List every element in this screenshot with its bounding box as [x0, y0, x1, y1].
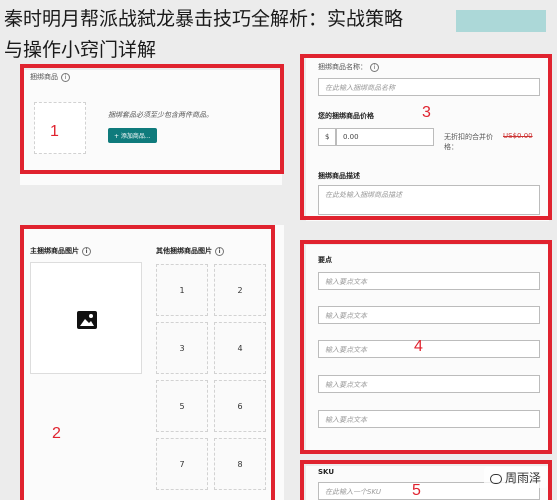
headline: 秦时明月帮派战弑龙暴击技巧全解析：实战策略 与操作小窍门详解 [4, 4, 557, 66]
highlight-box-2 [20, 225, 275, 500]
highlight-box-3 [300, 54, 552, 220]
section-number-5: 5 [412, 482, 421, 499]
headline-line2: 与操作小窍门详解 [4, 39, 157, 61]
section-number-1: 1 [50, 123, 59, 140]
section-number-2: 2 [52, 425, 61, 442]
watermark-text: 周雨泽 [504, 471, 541, 485]
wechat-icon [489, 473, 502, 484]
section-number-3: 3 [422, 104, 431, 121]
highlight-box-1 [20, 64, 284, 174]
section-number-4: 4 [414, 338, 423, 355]
highlight-box-4 [300, 240, 552, 454]
watermark: 周雨泽 [483, 467, 547, 488]
headline-line1: 秦时明月帮派战弑龙暴击技巧全解析：实战策略 [4, 8, 404, 30]
